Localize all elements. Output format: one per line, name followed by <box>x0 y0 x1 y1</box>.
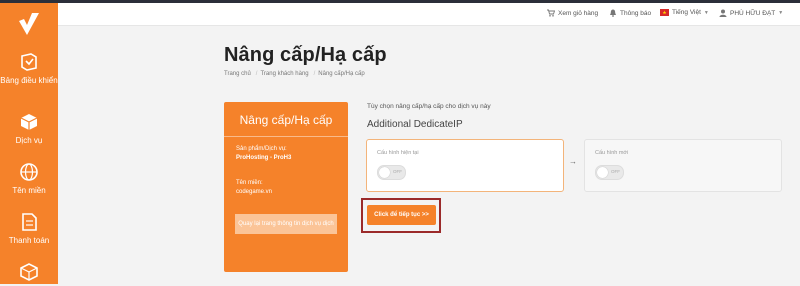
user-menu[interactable]: PHÙ HỮU ĐẠT ▼ <box>719 9 783 17</box>
continue-button[interactable]: Click để tiếp tục >> <box>367 205 436 225</box>
page-title: Nâng cấp/Hạ cấp <box>224 44 387 66</box>
box-icon <box>20 263 38 281</box>
breadcrumb-home[interactable]: Trang chủ <box>224 71 251 77</box>
cart-label: Xem giỏ hàng <box>558 9 599 17</box>
product-value: ProHosting - ProH3 <box>236 155 292 161</box>
notifications-link[interactable]: Thông báo <box>609 9 651 17</box>
toggle-text: OFF <box>611 169 620 174</box>
bell-icon <box>610 9 616 17</box>
current-config-box: Cấu hình hiện tại OFF <box>366 139 564 192</box>
product-label: Sản phẩm/Dịch vụ: <box>236 146 287 152</box>
breadcrumb: Trang chủ / Trang khách hàng / Nâng cấp/Hạ c… <box>224 71 367 77</box>
sidebar: Bảng điều khiển Dịch vụ Tên miền Thanh t… <box>0 3 58 284</box>
language-label: Tiếng Việt <box>672 9 701 16</box>
current-config-label: Cấu hình hiện tại <box>377 150 419 156</box>
arrow-right-icon: → <box>569 157 577 166</box>
new-config-label: Cấu hình mới <box>595 150 629 156</box>
globe-icon <box>20 163 38 181</box>
chevron-down-icon: ▼ <box>703 9 709 16</box>
breadcrumb-current: Nâng cấp/Hạ cấp <box>318 71 365 77</box>
sidebar-item-domains[interactable]: Tên miền <box>0 161 58 196</box>
document-icon <box>22 213 37 231</box>
user-name: PHÙ HỮU ĐẠT <box>730 9 776 17</box>
breadcrumb-separator: / <box>313 71 316 77</box>
vietnam-flag-icon <box>660 9 669 16</box>
user-icon <box>719 9 727 17</box>
sidebar-item-label: Dịch vụ <box>15 136 43 145</box>
service-card: Nâng cấp/Hạ cấp Sản phẩm/Dịch vụ: ProHos… <box>224 102 348 272</box>
sidebar-item-label: Thanh toán <box>8 236 50 245</box>
domain-label: Tên miền: <box>236 180 263 186</box>
sidebar-item-label: Tên miền <box>12 186 46 195</box>
cart-link[interactable]: Xem giỏ hàng <box>547 9 598 17</box>
current-config-toggle[interactable]: OFF <box>377 165 406 180</box>
toggle-text: OFF <box>393 169 402 174</box>
box-icon <box>20 114 38 130</box>
new-config-toggle[interactable]: OFF <box>595 165 624 180</box>
chevron-down-icon: ▼ <box>778 10 784 16</box>
logo-icon[interactable] <box>17 11 41 37</box>
domain-value: codegame.vn <box>236 189 273 195</box>
breadcrumb-client-area[interactable]: Trang khách hàng <box>260 71 308 77</box>
sidebar-item-label: Bảng điều khiển <box>0 76 58 85</box>
service-name: Additional DedicateIP <box>367 119 463 130</box>
sidebar-item-billing[interactable]: Thanh toán <box>0 211 58 246</box>
sidebar-item-more[interactable] <box>0 261 58 286</box>
cart-icon <box>547 9 555 17</box>
toggle-knob <box>597 167 608 178</box>
topbar: Xem giỏ hàng Thông báo Tiếng Việt ▼ PHÙ … <box>58 3 800 26</box>
dashboard-icon <box>21 53 37 71</box>
intro-text: Tùy chọn nâng cấp/hạ cấp cho dịch vụ này <box>367 103 491 110</box>
toggle-knob <box>379 167 390 178</box>
language-select[interactable]: Tiếng Việt ▼ <box>660 9 709 16</box>
sidebar-item-dashboard[interactable]: Bảng điều khiển <box>0 51 58 86</box>
back-to-service-button[interactable]: Quay lại trang thông tin dịch vụ dịch <box>235 214 337 234</box>
new-config-box: Cấu hình mới OFF <box>584 139 782 192</box>
breadcrumb-separator: / <box>255 71 258 77</box>
divider <box>224 136 348 137</box>
sidebar-item-services[interactable]: Dịch vụ <box>0 111 58 146</box>
card-title: Nâng cấp/Hạ cấp <box>239 113 333 127</box>
notifications-label: Thông báo <box>620 9 652 17</box>
